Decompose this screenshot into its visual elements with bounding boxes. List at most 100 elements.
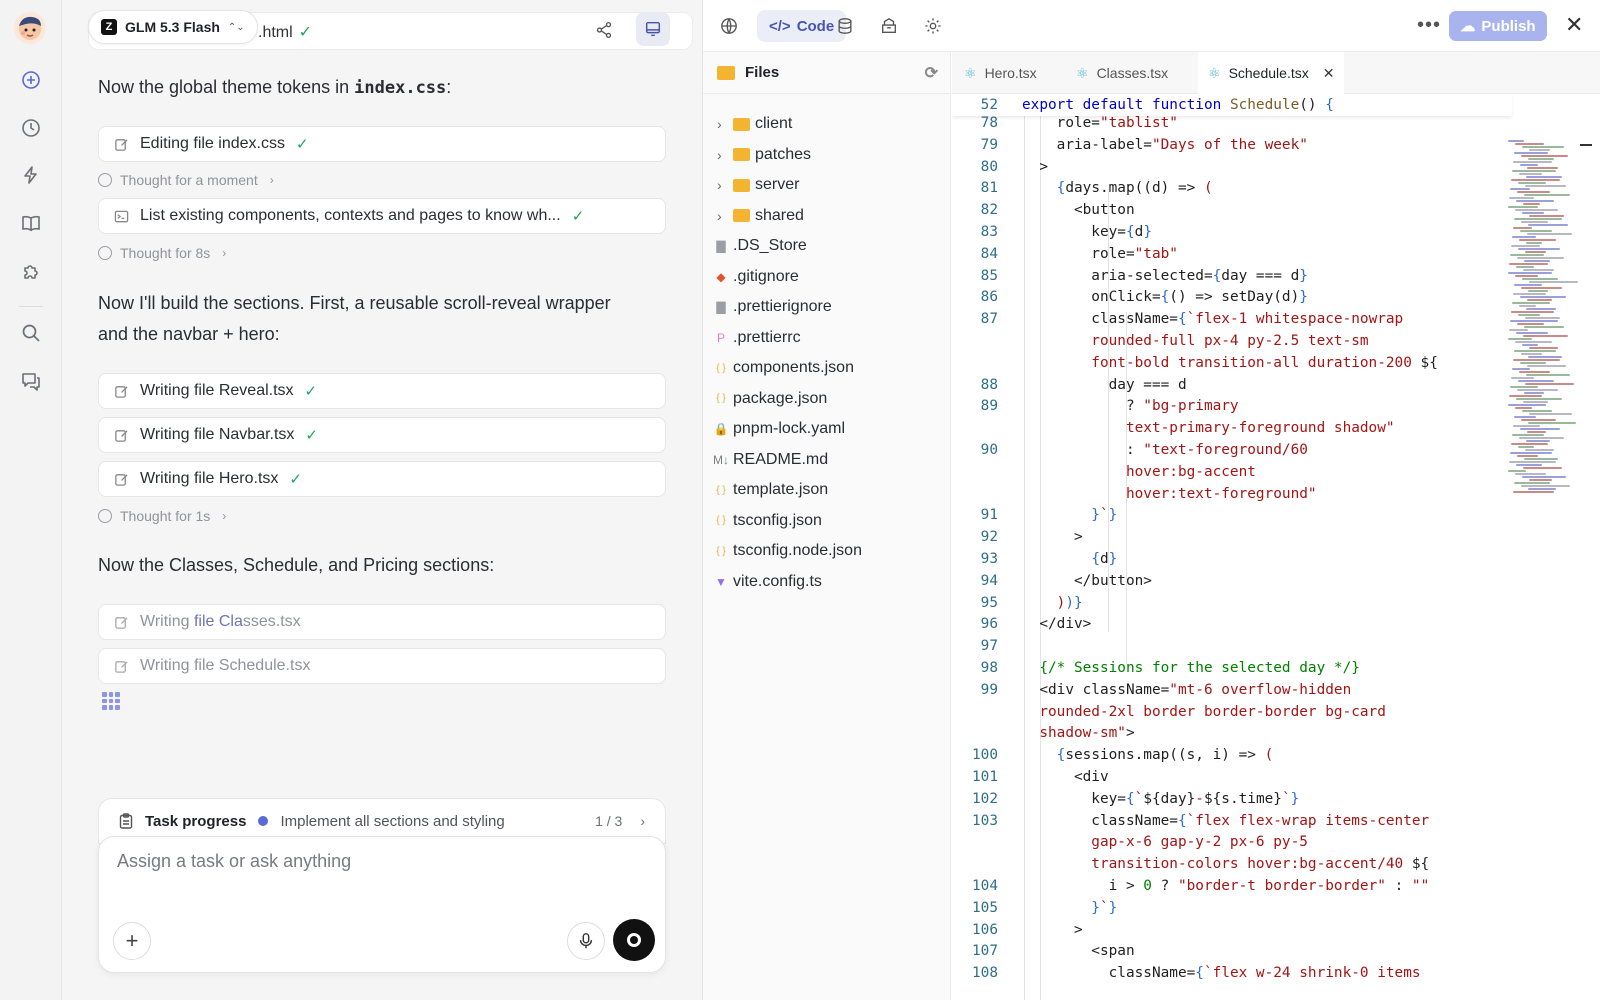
current-file-label: .html ✓ [258,22,312,42]
more-options-icon[interactable]: ••• [1417,14,1441,37]
code-token: } [1108,507,1118,524]
refresh-icon[interactable]: ⟳ [925,63,938,83]
minimap-line [1527,167,1558,169]
minimap-line [1513,359,1560,361]
avatar[interactable] [14,12,46,44]
folder-row[interactable]: › client [703,109,951,139]
chat-icon[interactable] [19,369,43,393]
globe-icon[interactable] [717,14,741,38]
microphone-button[interactable] [567,922,605,960]
add-attachment-button[interactable]: + [113,922,151,960]
model-logo-icon: Z [101,19,117,35]
line-number: 99 [980,681,998,698]
file-row[interactable]: { } components.json [703,353,951,383]
file-row[interactable]: ▇ .DS_Store [703,231,951,261]
puzzle-icon[interactable] [19,259,43,283]
close-icon[interactable]: ✕ [1565,12,1583,38]
database-icon[interactable] [833,14,857,38]
minimap-line [1518,446,1534,448]
file-row[interactable]: { } package.json [703,384,951,414]
code-content[interactable]: 78 role="tablist" 79 aria-label="Days of … [952,94,1600,1000]
chevron-right-icon[interactable]: › [717,208,722,224]
code-line: 87 className={`flex-1 whitespace-nowrap [952,308,1512,330]
assistant-message: Now the Classes, Schedule, and Pricing s… [98,550,494,581]
book-icon[interactable] [19,211,43,235]
file-row[interactable]: { } template.json [703,475,951,505]
folder-row[interactable]: › server [703,170,951,200]
chevron-right-icon[interactable]: › [717,116,722,132]
prompt-input[interactable] [117,851,637,872]
thought-toggle[interactable]: Thought for 1s › [98,508,226,524]
file-name: template.json [733,481,829,498]
thought-toggle[interactable]: Thought for a moment › [98,172,274,188]
edit-icon [113,136,129,152]
file-row[interactable]: 🔒 pnpm-lock.yaml [703,414,951,444]
stop-button[interactable] [613,919,655,961]
scrollbar-thumb[interactable] [1580,144,1592,146]
new-task-icon[interactable] [19,68,43,92]
minimap-line [1522,344,1538,346]
minimap-line [1519,239,1556,241]
code-line: 94 </button> [952,570,1512,592]
code-minimap[interactable] [1508,140,1578,500]
publish-button[interactable]: ☁ Publish [1449,11,1547,41]
preview-toggle-icon[interactable] [636,12,670,46]
file-row[interactable]: P .prettierrc [703,323,951,353]
minimap-line [1518,248,1560,250]
model-selector[interactable]: Z GLM 5.3 Flash ⌃⌄ [88,10,258,44]
search-icon[interactable] [19,321,43,345]
tool-step-reveal[interactable]: Writing file Reveal.tsx ✓ [98,373,666,409]
file-row[interactable]: { } tsconfig.node.json [703,536,951,566]
minimap-line [1517,257,1564,259]
file-row[interactable]: ◆ .gitignore [703,262,951,292]
code-token: : [1022,442,1144,458]
minimap-line [1511,377,1534,379]
current-file-name: .html [258,24,293,41]
editor-tab[interactable]: ⚛ Hero.tsx [964,52,1037,94]
bolt-icon[interactable] [19,163,43,187]
file-row[interactable]: ▼ vite.config.ts [703,567,951,597]
folder-row[interactable]: › shared [703,201,951,231]
file-row[interactable]: M↓ README.md [703,445,951,475]
tool-step-navbar[interactable]: Writing file Navbar.tsx ✓ [98,417,666,453]
line-number: 79 [980,136,998,153]
editor-tab[interactable]: ⚛ Schedule.tsx ✕ [1198,52,1345,94]
share-icon[interactable] [590,16,618,44]
code-token: )} [1065,594,1083,611]
tool-step-schedule[interactable]: Writing file Schedule.tsx [98,648,666,684]
file-name: README.md [733,450,829,468]
chevron-right-icon[interactable]: › [717,147,722,163]
gear-icon[interactable] [921,14,945,38]
tool-step-list[interactable]: List existing components, contexts and p… [98,198,666,234]
code-token: > [1125,725,1135,742]
tool-step-edit-css[interactable]: Editing file index.css ✓ [98,126,666,162]
code-token: } [1143,224,1152,240]
vite-icon: ▼ [715,574,727,589]
code-line: 106 > [952,919,1512,941]
file-name: vite.config.ts [733,572,822,590]
editor-tab[interactable]: ⚛ Classes.tsx [1076,52,1168,94]
tool-step-classes[interactable]: Writing file Classes.tsx [98,604,666,640]
code-line: 81 {days.map((d) => ( [952,177,1512,199]
edit-icon [113,614,129,630]
history-icon[interactable] [19,116,43,140]
upload-cloud-icon: ☁ [1460,18,1476,35]
storage-icon[interactable] [877,14,901,38]
markdown-icon: M↓ [713,452,729,467]
code-line: gap-x-6 gap-y-2 px-6 py-5 [952,831,1512,853]
chevron-right-icon[interactable]: › [717,177,722,193]
chevron-updown-icon: ⌃⌄ [227,21,245,33]
minimap-line [1511,179,1560,181]
folder-row[interactable]: › patches [703,140,951,170]
code-line: text-primary-foreground shadow" [952,417,1512,439]
file-row[interactable]: { } tsconfig.json [703,506,951,536]
file-row[interactable]: ▇ .prettierignore [703,292,951,322]
line-number: 82 [980,202,998,219]
thought-toggle[interactable]: Thought for 8s › [98,245,226,261]
minimap-line [1525,317,1560,319]
code-token: > [1022,921,1083,938]
minimap-line [1519,173,1542,175]
close-tab-icon[interactable]: ✕ [1323,65,1335,82]
tool-step-hero[interactable]: Writing file Hero.tsx ✓ [98,461,666,497]
